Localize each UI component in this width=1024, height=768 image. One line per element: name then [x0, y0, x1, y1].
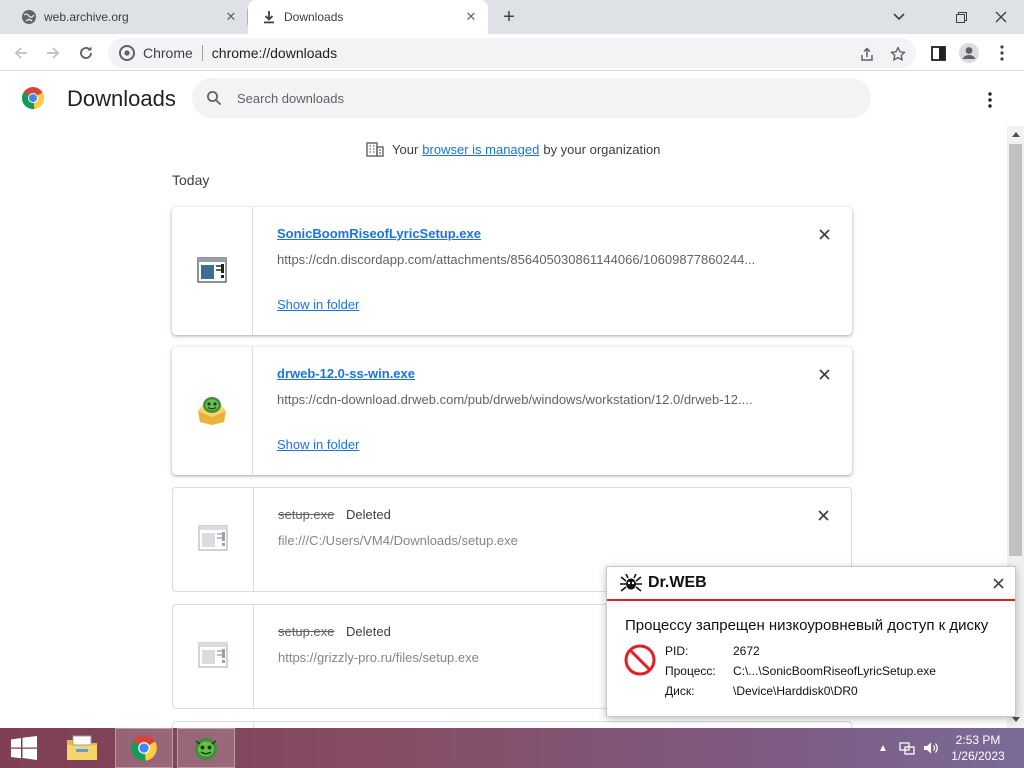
- omnibox-divider: [201, 45, 203, 61]
- file-icon-column: [173, 488, 254, 591]
- network-icon[interactable]: [898, 740, 916, 756]
- drweb-disk-row: Диск: \Device\Harddisk0\DR0: [665, 684, 858, 698]
- globe-icon: [21, 9, 37, 25]
- file-icon-column: [172, 207, 253, 335]
- remove-download-icon[interactable]: [814, 364, 834, 384]
- downloads-menu-icon[interactable]: [978, 88, 1002, 112]
- download-item-partial: [172, 721, 852, 728]
- drweb-installer-icon: [196, 395, 228, 428]
- restore-window-icon[interactable]: [944, 0, 978, 34]
- search-downloads-box[interactable]: [192, 78, 871, 118]
- drweb-taskbar-icon[interactable]: [177, 728, 235, 768]
- clock-date: 1/26/2023: [951, 749, 1005, 763]
- download-item: drweb-12.0-ss-win.exe https://cdn-downlo…: [172, 347, 852, 475]
- chrome-taskbar-icon[interactable]: [115, 728, 173, 768]
- tab-web-archive[interactable]: web.archive.org ✕: [0, 0, 248, 34]
- file-deleted-icon: [198, 642, 228, 671]
- download-filename-link[interactable]: drweb-12.0-ss-win.exe: [277, 366, 415, 381]
- drweb-row-key: Процесс:: [665, 664, 716, 678]
- address-bar[interactable]: Chrome chrome://downloads: [108, 38, 916, 68]
- close-tab-icon[interactable]: ✕: [462, 8, 480, 26]
- clock-time: 2:53 PM: [955, 733, 1001, 747]
- managed-text-after: by your organization: [543, 141, 661, 157]
- close-tab-icon[interactable]: ✕: [222, 8, 240, 26]
- exe-file-icon: [197, 256, 227, 286]
- download-filename: setup.exe: [278, 507, 335, 522]
- managed-link[interactable]: browser is managed: [422, 142, 539, 157]
- share-icon[interactable]: [857, 44, 877, 64]
- download-filename-link[interactable]: SonicBoomRiseofLyricSetup.exe: [277, 226, 481, 241]
- drweb-row-key: PID:: [665, 644, 689, 658]
- drweb-row-key: Диск:: [665, 684, 695, 698]
- url-text[interactable]: chrome://downloads: [212, 45, 337, 61]
- show-hidden-icons-icon[interactable]: ▲: [874, 740, 892, 756]
- windows-start-icon[interactable]: [8, 736, 40, 760]
- download-icon: [261, 9, 277, 25]
- building-icon: [366, 140, 384, 158]
- file-icon-column: [173, 605, 254, 708]
- show-in-folder-link[interactable]: Show in folder: [277, 437, 359, 452]
- download-status: Deleted: [346, 507, 391, 522]
- scroll-up-arrow-icon[interactable]: [1007, 126, 1024, 143]
- new-tab-button[interactable]: +: [498, 6, 520, 28]
- side-panel-icon[interactable]: [925, 40, 951, 66]
- remove-download-icon[interactable]: [813, 505, 833, 525]
- close-notification-icon[interactable]: [989, 574, 1007, 592]
- windows-taskbar: ▲ 2:53 PM 1/26/2023: [0, 728, 1024, 768]
- volume-icon[interactable]: [922, 740, 940, 756]
- download-filename: setup.exe: [278, 624, 335, 639]
- profile-avatar-icon[interactable]: [956, 40, 982, 66]
- file-explorer-icon[interactable]: [53, 728, 111, 768]
- drweb-notification: Dr.WEB Процессу запрещен низкоуровневый …: [606, 566, 1016, 717]
- taskbar-clock[interactable]: 2:53 PM 1/26/2023: [940, 732, 1016, 764]
- tab-strip: web.archive.org ✕ Downloads ✕ +: [0, 0, 1024, 34]
- browser-menu-icon[interactable]: [989, 40, 1015, 66]
- blocked-icon: [623, 643, 657, 677]
- drweb-message: Процессу запрещен низкоуровневый доступ …: [625, 617, 989, 634]
- drweb-row-value: \Device\Harddisk0\DR0: [733, 684, 858, 698]
- drweb-row-value: 2672: [733, 644, 760, 658]
- date-header: Today: [172, 172, 210, 188]
- downloads-header: Downloads: [0, 72, 1024, 126]
- tab-search-icon[interactable]: [882, 0, 916, 34]
- file-icon-column: [172, 347, 253, 475]
- page-title: Downloads: [67, 86, 176, 111]
- download-status: Deleted: [346, 624, 391, 639]
- chrome-logo-icon: [21, 86, 45, 110]
- tab-label: web.archive.org: [44, 10, 129, 24]
- browser-toolbar: Chrome chrome://downloads: [0, 34, 1024, 71]
- site-label: Chrome: [143, 45, 193, 61]
- search-icon: [204, 88, 224, 108]
- tab-label: Downloads: [284, 10, 344, 24]
- file-deleted-icon: [198, 525, 228, 554]
- reload-icon[interactable]: [73, 40, 99, 66]
- drweb-pid-row: PID: 2672: [665, 644, 760, 658]
- download-item: SonicBoomRiseofLyricSetup.exe https://cd…: [172, 207, 852, 335]
- back-arrow-icon[interactable]: [8, 40, 34, 66]
- drweb-process-row: Процесс: C:\...\SonicBoomRiseofLyricSetup…: [665, 664, 936, 678]
- drweb-header: Dr.WEB: [607, 567, 1015, 601]
- search-input[interactable]: [237, 90, 797, 106]
- drweb-row-value: C:\...\SonicBoomRiseofLyricSetup.exe: [733, 664, 936, 678]
- close-window-icon[interactable]: [984, 0, 1018, 34]
- forward-arrow-icon[interactable]: [40, 40, 66, 66]
- show-in-folder-link[interactable]: Show in folder: [277, 297, 359, 312]
- managed-text-before: Your: [392, 141, 419, 157]
- scrollbar-thumb[interactable]: [1009, 144, 1022, 556]
- chrome-site-icon[interactable]: [119, 45, 135, 61]
- download-url: https://cdn-download.drweb.com/pub/drweb…: [277, 392, 753, 407]
- drweb-spider-logo-icon: [620, 574, 642, 592]
- tab-downloads[interactable]: Downloads ✕: [248, 0, 488, 34]
- bookmark-star-icon[interactable]: [888, 44, 908, 64]
- remove-download-icon[interactable]: [814, 224, 834, 244]
- managed-notice: Your browser is managed by your organiza…: [366, 140, 660, 158]
- download-url: https://cdn.discordapp.com/attachments/8…: [277, 252, 756, 267]
- download-url: file:///C:/Users/VM4/Downloads/setup.exe: [278, 533, 518, 548]
- drweb-brand: Dr.WEB: [648, 574, 707, 591]
